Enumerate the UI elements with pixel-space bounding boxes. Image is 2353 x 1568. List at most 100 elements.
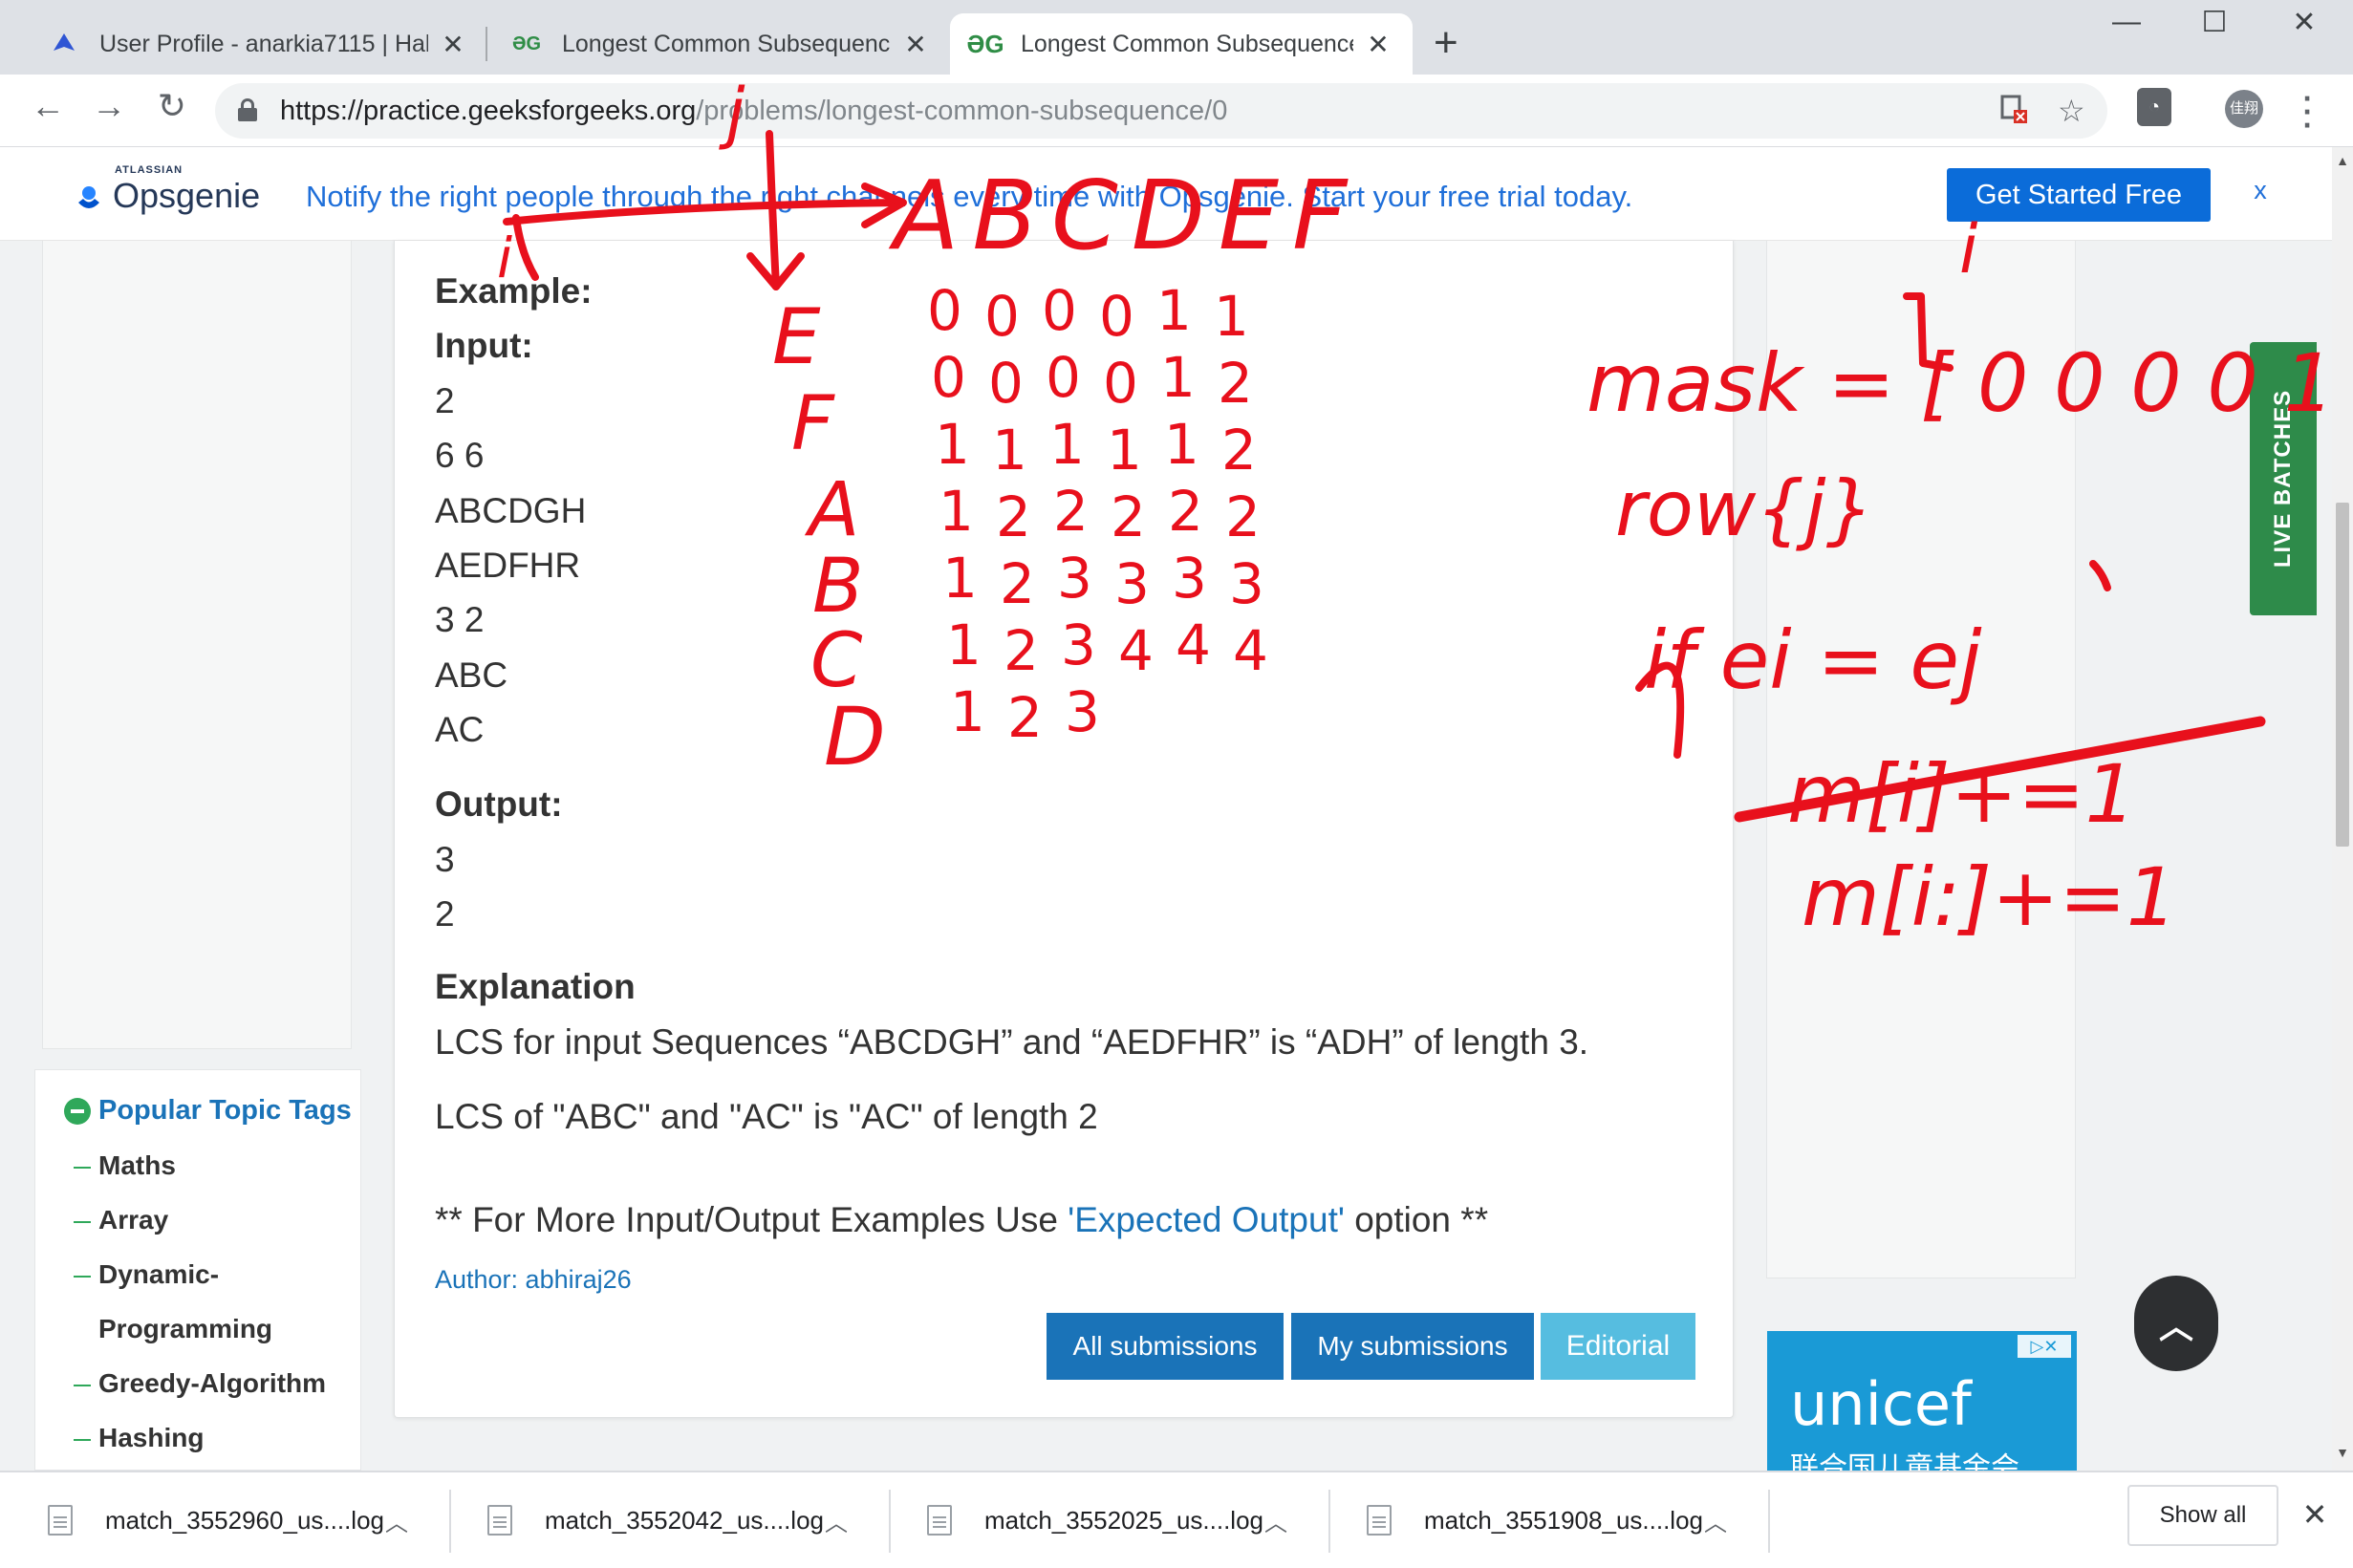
- tag-label: Dynamic-: [98, 1259, 220, 1289]
- chevron-up-icon[interactable]: ︿: [1262, 1504, 1290, 1537]
- all-submissions-button[interactable]: All submissions: [1047, 1313, 1284, 1380]
- tab-lcs-active[interactable]: ƏG Longest Common Subsequence | ✕: [950, 13, 1413, 75]
- unicef-ad[interactable]: ▷✕ unicef 联合国儿童基金会: [1767, 1331, 2077, 1471]
- gfg-icon: ƏG: [511, 32, 542, 54]
- download-filename: match_3552042_us....log: [545, 1505, 824, 1535]
- url-text: https://practice.geeksforgeeks.org/probl…: [280, 96, 1227, 127]
- get-started-button[interactable]: Get Started Free: [1947, 168, 2211, 222]
- tags-heading[interactable]: Popular Topic Tags: [64, 1095, 352, 1127]
- output-line: 3: [435, 840, 455, 879]
- close-shelf-icon[interactable]: ✕: [2298, 1496, 2332, 1533]
- chevron-up-icon[interactable]: ︿: [822, 1504, 851, 1537]
- tag-maths[interactable]: Maths: [74, 1150, 176, 1181]
- tag-dynamic-programming-cont[interactable]: Programming: [98, 1314, 272, 1344]
- live-batches-label: LIVE BATCHES: [2270, 389, 2296, 569]
- back-arrow-icon[interactable]: ←: [23, 86, 73, 126]
- opsgenie-name: Opsgenie: [113, 176, 261, 215]
- tab-title: User Profile - anarkia7115 | Halite: [99, 30, 428, 57]
- new-tab-button[interactable]: +: [1434, 19, 1458, 67]
- tab-lcs-1[interactable]: ƏG Longest Common Subsequence | ✕: [491, 13, 950, 75]
- file-icon: [48, 1505, 73, 1536]
- address-bar[interactable]: https://practice.geeksforgeeks.org/probl…: [215, 83, 2107, 139]
- chevron-up-icon[interactable]: ︿: [1701, 1504, 1730, 1537]
- tab-close-icon[interactable]: ✕: [1365, 29, 1392, 60]
- input-line: 6 6: [435, 436, 485, 475]
- author-link[interactable]: Author: abhiraj26: [435, 1265, 632, 1295]
- unicef-subtitle: 联合国儿童基金会: [1790, 1451, 2019, 1471]
- download-item[interactable]: match_3552042_us....log ︿: [487, 1472, 851, 1568]
- extension-icon[interactable]: ◔: [2137, 88, 2171, 126]
- input-heading: Input:: [435, 326, 533, 365]
- ad-choices-icon[interactable]: ▷✕: [2018, 1335, 2071, 1358]
- unicef-name: unicef: [1790, 1369, 1972, 1439]
- scroll-up-arrow-icon[interactable]: ▲: [2332, 153, 2353, 168]
- forward-arrow-icon[interactable]: →: [84, 86, 134, 126]
- tag-label: Hashing: [98, 1423, 205, 1452]
- tag-greedy-algorithm[interactable]: Greedy-Algorithm: [74, 1368, 326, 1399]
- download-separator: [889, 1490, 891, 1553]
- scroll-to-top-button[interactable]: ︿: [2134, 1276, 2218, 1371]
- file-icon: [487, 1505, 512, 1536]
- download-filename: match_3552960_us....log: [105, 1505, 384, 1535]
- file-icon: [1367, 1505, 1392, 1536]
- input-line: AEDFHR: [435, 546, 581, 585]
- close-window-button[interactable]: ✕: [2261, 6, 2347, 39]
- avatar[interactable]: 佳翔: [2225, 90, 2263, 128]
- vertical-scrollbar[interactable]: ▲ ▼: [2332, 147, 2353, 1471]
- minimize-button[interactable]: —: [2083, 6, 2170, 38]
- tab-strip: User Profile - anarkia7115 | Halite ✕ ƏG…: [0, 0, 2353, 75]
- tag-label: Greedy-Algorithm: [98, 1368, 327, 1398]
- input-line: 3 2: [435, 600, 485, 639]
- tab-title: Longest Common Subsequence |: [562, 30, 891, 57]
- download-filename: match_3551908_us....log: [1424, 1505, 1703, 1535]
- bookmark-star-icon[interactable]: ☆: [2058, 93, 2085, 129]
- output-heading: Output:: [435, 784, 563, 824]
- download-separator: [449, 1490, 451, 1553]
- right-ad-slot: [1766, 241, 2076, 1278]
- tag-hashing[interactable]: Hashing: [74, 1423, 204, 1453]
- explanation-line: LCS of "ABC" and "AC" is "AC" of length …: [435, 1097, 1098, 1136]
- tab-close-icon[interactable]: ✕: [902, 29, 929, 60]
- download-filename: match_3552025_us....log: [984, 1505, 1263, 1535]
- live-batches-tab[interactable]: LIVE BATCHES: [2250, 342, 2317, 615]
- output-line: 2: [435, 894, 455, 934]
- explanation-heading: Explanation: [435, 967, 636, 1006]
- gfg-icon: ƏG: [966, 29, 1004, 58]
- tag-label: Maths: [98, 1150, 176, 1180]
- my-submissions-button[interactable]: My submissions: [1291, 1313, 1534, 1380]
- show-all-button[interactable]: Show all: [2127, 1485, 2278, 1546]
- download-separator: [1768, 1490, 1770, 1553]
- editorial-button[interactable]: Editorial: [1541, 1313, 1695, 1380]
- reload-icon[interactable]: ↻: [147, 86, 197, 126]
- tab-separator: [486, 27, 487, 61]
- download-shelf: match_3552960_us....log ︿ match_3552042_…: [0, 1471, 2353, 1568]
- problem-card: Example: Input: 2 6 6 ABCDGH AEDFHR 3 2 …: [394, 241, 1734, 1418]
- tag-array[interactable]: Array: [74, 1205, 168, 1235]
- left-ad-slot: [42, 241, 352, 1049]
- tab-close-icon[interactable]: ✕: [440, 29, 466, 60]
- download-separator: [1328, 1490, 1330, 1553]
- chevron-up-icon[interactable]: ︿: [382, 1504, 411, 1537]
- blocked-popup-icon[interactable]: [1998, 93, 2029, 133]
- page-content: Popular Topic Tags Maths Array Dynamic- …: [0, 241, 2332, 1471]
- input-line: AC: [435, 710, 485, 749]
- maximize-button[interactable]: ☐: [2171, 6, 2257, 39]
- browser-toolbar: ← → ↻ https://practice.geeksforgeeks.org…: [0, 75, 2353, 147]
- tab-user-profile[interactable]: User Profile - anarkia7115 | Halite ✕: [29, 13, 487, 75]
- tag-dynamic-programming[interactable]: Dynamic-: [74, 1259, 219, 1290]
- collapse-icon[interactable]: [64, 1097, 91, 1125]
- scrollbar-thumb[interactable]: [2336, 503, 2349, 847]
- more-examples-prefix: ** For More Input/Output Examples Use: [435, 1200, 1069, 1239]
- ad-close-button[interactable]: x: [2246, 176, 2275, 205]
- download-item[interactable]: match_3552960_us....log ︿: [48, 1472, 411, 1568]
- download-item[interactable]: match_3552025_us....log ︿: [927, 1472, 1290, 1568]
- atlassian-label: ATLASSIAN: [115, 164, 183, 176]
- tag-label: Array: [98, 1205, 169, 1235]
- ad-message[interactable]: Notify the right people through the righ…: [306, 180, 1632, 214]
- download-item[interactable]: match_3551908_us....log ︿: [1367, 1472, 1730, 1568]
- expected-output-link[interactable]: 'Expected Output': [1068, 1200, 1345, 1239]
- scroll-down-arrow-icon[interactable]: ▼: [2332, 1445, 2353, 1460]
- lock-icon: [238, 98, 257, 121]
- popular-tags-panel: Popular Topic Tags Maths Array Dynamic- …: [34, 1069, 361, 1471]
- more-menu-icon[interactable]: · · ·: [2294, 83, 2322, 140]
